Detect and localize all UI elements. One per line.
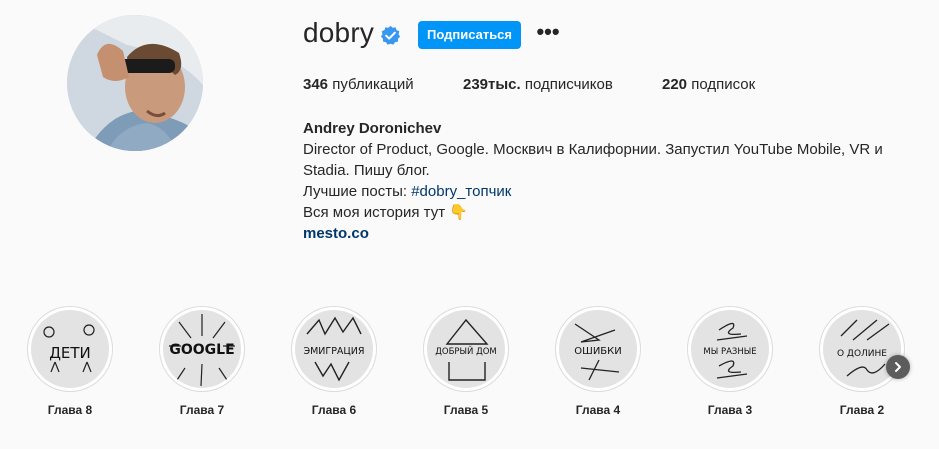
followers-count: 239тыс.: [463, 76, 521, 93]
bio-best-posts-label: Лучшие посты:: [303, 183, 412, 200]
highlight-item[interactable]: МЫ РАЗНЫЕ Глава 3: [686, 306, 774, 417]
verified-badge-icon: [380, 25, 401, 45]
highlight-cover: ЭМИГРАЦИЯ: [295, 310, 373, 388]
highlight-label: Глава 7: [179, 403, 225, 417]
highlight-ring: ОШИБКИ: [555, 306, 641, 392]
highlight-ring: ЭМИГРАЦИЯ: [291, 306, 377, 392]
followers-stat[interactable]: 239тыс. подписчиков: [463, 76, 613, 93]
following-stat[interactable]: 220 подписок: [662, 76, 755, 93]
hashtag-link[interactable]: #dobry_топчик: [411, 183, 511, 200]
highlight-label: Глава 3: [707, 403, 753, 417]
highlight-cover-text: О ДОЛИНЕ: [837, 349, 887, 359]
highlight-label: Глава 4: [575, 403, 621, 417]
highlights-next-button[interactable]: [886, 355, 910, 379]
posts-stat[interactable]: 346 публикаций: [303, 76, 414, 93]
chevron-right-icon: [895, 362, 901, 372]
bio-line-3: Лучшие посты: #dobry_топчик: [303, 181, 923, 202]
highlight-item[interactable]: GOOGLE Глава 7: [158, 306, 246, 417]
highlight-label: Глава 6: [311, 403, 357, 417]
highlight-item[interactable]: ДЕТИ Глава 8: [26, 306, 114, 417]
following-label: подписок: [691, 76, 756, 93]
highlight-cover-text: ЭМИГРАЦИЯ: [303, 346, 364, 357]
profile-avatar[interactable]: [67, 15, 203, 151]
highlight-label: Глава 5: [443, 403, 489, 417]
highlight-label: Глава 2: [839, 403, 885, 417]
highlight-ring: МЫ РАЗНЫЕ: [687, 306, 773, 392]
website-link[interactable]: mesto.co: [303, 223, 923, 244]
highlight-item[interactable]: ДОБРЫЙ ДОМ Глава 5: [422, 306, 510, 417]
highlight-cover: О ДОЛИНЕ: [823, 310, 901, 388]
highlight-cover: GOOGLE: [163, 310, 241, 388]
more-options-button[interactable]: •••: [535, 21, 561, 47]
bio-line-2: Stadia. Пишу блог.: [303, 162, 430, 179]
highlight-cover-text: GOOGLE: [169, 342, 234, 358]
highlight-item[interactable]: ЭМИГРАЦИЯ Глава 6: [290, 306, 378, 417]
highlight-cover: МЫ РАЗНЫЕ: [691, 310, 769, 388]
highlight-cover: ДЕТИ: [31, 310, 109, 388]
highlight-ring: GOOGLE: [159, 306, 245, 392]
highlight-item[interactable]: ОШИБКИ Глава 4: [554, 306, 642, 417]
posts-count: 346: [303, 76, 329, 93]
highlight-cover: ДОБРЫЙ ДОМ: [427, 310, 505, 388]
following-count: 220: [662, 76, 688, 93]
bio-line-4: Вся моя история тут 👇: [303, 204, 468, 221]
posts-label: публикаций: [332, 76, 414, 93]
full-name: Andrey Doronichev: [303, 120, 442, 137]
highlight-cover-text: ОШИБКИ: [574, 346, 622, 357]
highlight-cover-text: ДОБРЫЙ ДОМ: [435, 345, 497, 357]
profile-username: dobry: [303, 17, 375, 48]
highlight-cover: ОШИБКИ: [559, 310, 637, 388]
bio-line-1: Director of Product, Google. Москвич в К…: [303, 141, 883, 158]
highlight-cover-text: МЫ РАЗНЫЕ: [703, 347, 756, 357]
highlight-ring: ДОБРЫЙ ДОМ: [423, 306, 509, 392]
profile-bio: Andrey Doronichev Director of Product, G…: [303, 118, 923, 244]
highlight-cover-text: ДЕТИ: [49, 344, 91, 362]
followers-label: подписчиков: [524, 76, 613, 93]
highlight-ring: О ДОЛИНЕ: [819, 306, 905, 392]
highlight-ring: ДЕТИ: [27, 306, 113, 392]
follow-button[interactable]: Подписаться: [418, 21, 522, 49]
highlight-label: Глава 8: [47, 403, 93, 417]
